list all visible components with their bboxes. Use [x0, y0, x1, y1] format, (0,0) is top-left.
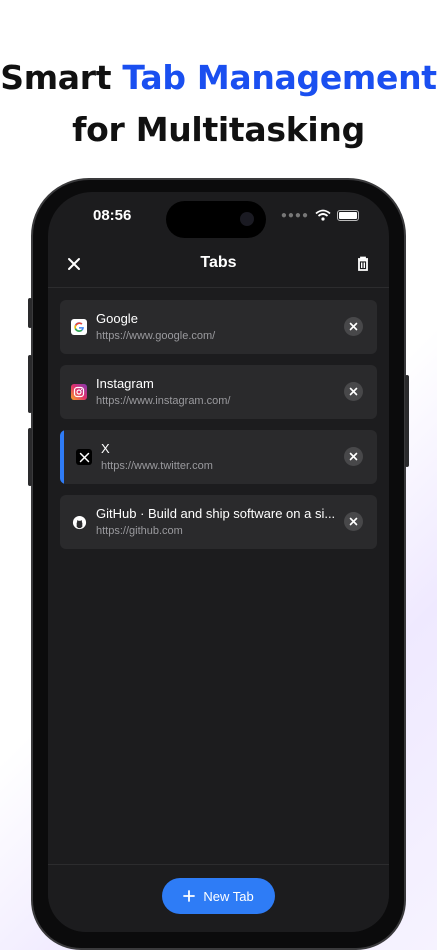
- headline-line-2: for Multitasking: [72, 110, 365, 149]
- page-title: Tabs: [200, 254, 237, 271]
- headline-line-1: Smart Tab Management: [0, 52, 437, 104]
- tab-url: https://www.instagram.com/: [96, 395, 231, 407]
- tab-url: https://github.com: [96, 525, 183, 537]
- phone-side-button-right: [405, 375, 409, 467]
- app-screen: 08:56 ●●●● Tabs Google https://www.googl…: [48, 192, 389, 932]
- x-icon: [76, 449, 92, 465]
- phone-side-button-left-2: [28, 355, 32, 413]
- close-icon: [349, 452, 358, 461]
- bottom-bar: New Tab: [48, 864, 389, 932]
- tab-list: Google https://www.google.com/ Instagram…: [60, 300, 377, 560]
- close-icon: [349, 387, 358, 396]
- new-tab-label: New Tab: [203, 888, 254, 904]
- status-time: 08:56: [93, 207, 132, 224]
- headline-accent-text: Tab Management: [122, 58, 437, 97]
- close-icon: [349, 517, 358, 526]
- google-icon: [71, 319, 87, 335]
- tab-card-instagram[interactable]: Instagram https://www.instagram.com/: [60, 365, 377, 419]
- trash-icon[interactable]: [353, 254, 373, 274]
- new-tab-button[interactable]: New Tab: [162, 878, 275, 914]
- close-tab-button[interactable]: [344, 317, 363, 336]
- tab-url: https://www.twitter.com: [101, 460, 213, 472]
- headline: Smart Tab Management for Multitasking: [0, 52, 437, 156]
- plus-icon: [183, 890, 196, 902]
- tab-title: Instagram: [96, 376, 154, 391]
- close-tab-button[interactable]: [344, 382, 363, 401]
- close-icon: [349, 322, 358, 331]
- dynamic-island: [166, 201, 266, 238]
- status-icons: ●●●●: [281, 209, 359, 221]
- tab-title: X: [101, 441, 110, 456]
- camera-icon: [240, 212, 254, 226]
- tab-card-x[interactable]: X https://www.twitter.com: [60, 430, 377, 484]
- tab-title: GitHub · Build and ship software on a si…: [96, 506, 336, 521]
- phone-side-button-left: [28, 298, 32, 328]
- tab-card-github[interactable]: GitHub · Build and ship software on a si…: [60, 495, 377, 549]
- tab-title: Google: [96, 311, 138, 326]
- signal-dots-icon: ●●●●: [280, 209, 309, 221]
- tab-card-google[interactable]: Google https://www.google.com/: [60, 300, 377, 354]
- close-tab-button[interactable]: [344, 447, 363, 466]
- tabs-header: Tabs: [48, 244, 389, 288]
- tab-url: https://www.google.com/: [96, 330, 216, 342]
- close-tab-button[interactable]: [344, 512, 363, 531]
- headline-plain-text: Smart: [0, 58, 123, 97]
- wifi-icon: [315, 209, 331, 221]
- phone-side-button-left-3: [28, 428, 32, 486]
- instagram-icon: [71, 384, 87, 400]
- battery-icon: [337, 209, 359, 221]
- github-icon: [71, 514, 87, 530]
